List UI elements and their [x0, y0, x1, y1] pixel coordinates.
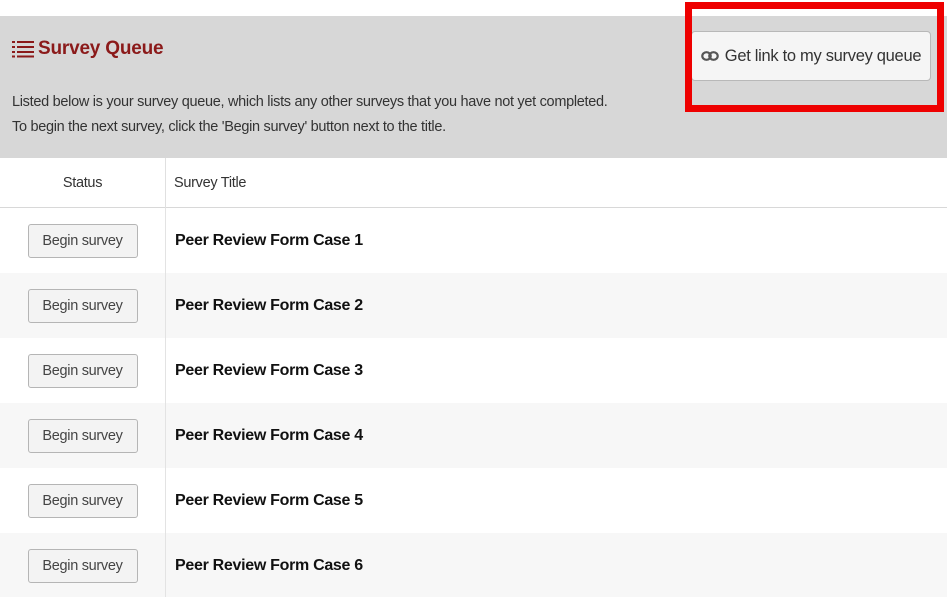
status-cell: Begin survey: [0, 533, 165, 597]
table-row: Begin survey Peer Review Form Case 2: [0, 273, 947, 338]
table-header: Status Survey Title: [0, 157, 947, 208]
survey-title: Peer Review Form Case 6: [165, 533, 947, 597]
description-line-1: Listed below is your survey queue, which…: [12, 94, 608, 110]
begin-survey-button[interactable]: Begin survey: [27, 483, 138, 518]
survey-title: Peer Review Form Case 3: [165, 338, 947, 403]
status-cell: Begin survey: [0, 273, 165, 338]
description-line-2: To begin the next survey, click the 'Beg…: [12, 119, 446, 135]
begin-survey-button[interactable]: Begin survey: [27, 288, 138, 323]
survey-title: Peer Review Form Case 2: [165, 273, 947, 338]
top-strip: [0, 0, 947, 16]
table-row: Begin survey Peer Review Form Case 1: [0, 208, 947, 273]
column-header-survey-title: Survey Title: [165, 157, 947, 208]
table-row: Begin survey Peer Review Form Case 5: [0, 468, 947, 533]
link-icon: [700, 51, 719, 61]
status-cell: Begin survey: [0, 403, 165, 468]
begin-survey-button[interactable]: Begin survey: [27, 418, 138, 453]
status-cell: Begin survey: [0, 468, 165, 533]
queue-description: Listed below is your survey queue, which…: [12, 90, 608, 140]
table-row: Begin survey Peer Review Form Case 6: [0, 533, 947, 597]
table-row: Begin survey Peer Review Form Case 4: [0, 403, 947, 468]
status-cell: Begin survey: [0, 208, 165, 273]
begin-survey-button[interactable]: Begin survey: [27, 223, 138, 258]
begin-survey-button[interactable]: Begin survey: [27, 353, 138, 388]
title-row: Survey Queue: [12, 38, 164, 60]
page-title: Survey Queue: [38, 38, 164, 59]
survey-table: Status Survey Title Begin survey Peer Re…: [0, 157, 947, 597]
survey-queue-page: Survey Queue Listed below is your survey…: [0, 0, 947, 597]
list-icon: [12, 41, 34, 58]
get-link-button-label: Get link to my survey queue: [724, 46, 922, 65]
survey-title: Peer Review Form Case 4: [165, 403, 947, 468]
begin-survey-button[interactable]: Begin survey: [27, 548, 138, 583]
table-row: Begin survey Peer Review Form Case 3: [0, 338, 947, 403]
survey-title: Peer Review Form Case 5: [165, 468, 947, 533]
get-link-button[interactable]: Get link to my survey queue: [691, 31, 931, 81]
survey-title: Peer Review Form Case 1: [165, 208, 947, 273]
status-cell: Begin survey: [0, 338, 165, 403]
column-header-status: Status: [62, 174, 103, 191]
